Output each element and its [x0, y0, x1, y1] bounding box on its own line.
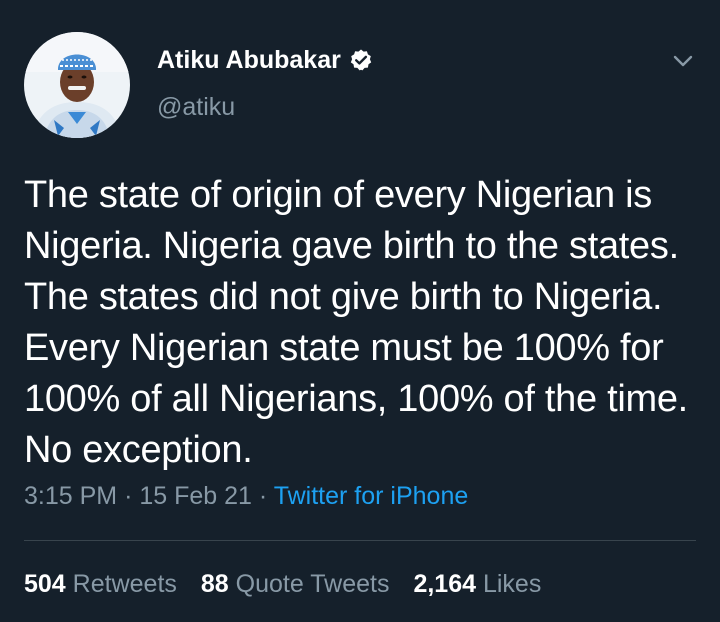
verified-badge-icon: [349, 48, 373, 72]
avatar[interactable]: [24, 32, 130, 138]
display-name-row[interactable]: Atiku Abubakar: [157, 44, 373, 76]
tweet-stats: 504 Retweets 88 Quote Tweets 2,164 Likes: [24, 570, 541, 599]
tweet-text: The state of origin of every Nigerian is…: [24, 174, 688, 471]
tweet-card: Atiku Abubakar @atiku The state of origi…: [0, 0, 720, 622]
divider: [24, 540, 696, 541]
meta-separator: ·: [124, 482, 133, 510]
display-name[interactable]: Atiku Abubakar: [157, 46, 341, 75]
likes-count: 2,164: [413, 570, 477, 598]
likes-label: Likes: [482, 570, 542, 598]
tweet-source-link[interactable]: Twitter for iPhone: [274, 482, 469, 510]
likes-stat[interactable]: 2,164 Likes: [413, 570, 541, 599]
tweet-time[interactable]: 3:15 PM: [24, 482, 117, 510]
quote-tweets-label: Quote Tweets: [235, 570, 390, 598]
retweets-stat[interactable]: 504 Retweets: [24, 570, 177, 599]
chevron-down-icon[interactable]: [672, 50, 694, 72]
retweets-count: 504: [24, 570, 66, 598]
quote-tweets-count: 88: [200, 570, 229, 598]
avatar-image: [24, 32, 130, 138]
quote-tweets-stat[interactable]: 88 Quote Tweets: [201, 570, 390, 599]
meta-separator: ·: [258, 482, 268, 510]
tweet-meta: 3:15 PM · 15 Feb 21 · Twitter for iPhone: [24, 482, 468, 511]
tweet-date[interactable]: 15 Feb 21: [139, 482, 252, 510]
user-handle[interactable]: @atiku: [157, 93, 235, 122]
retweets-label: Retweets: [72, 570, 177, 598]
